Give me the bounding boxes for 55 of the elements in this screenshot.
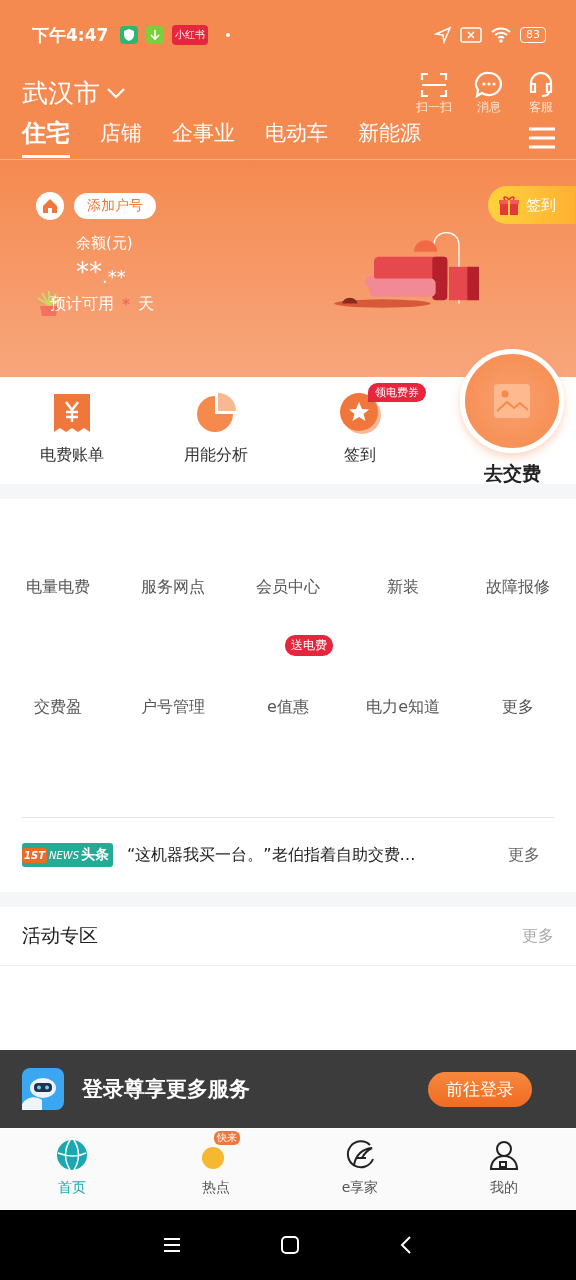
download-icon — [146, 26, 165, 44]
location-icon — [434, 26, 452, 44]
service-item[interactable]: 户号管理 — [140, 697, 205, 718]
analysis-button[interactable]: 用能分析 — [144, 377, 288, 466]
scan-icon — [419, 70, 449, 99]
wifi-icon — [490, 26, 512, 44]
leaf-icon — [344, 1139, 376, 1171]
more-link[interactable]: 更多 — [508, 844, 540, 866]
headline-logo: 1ST NEWS头条 — [22, 843, 114, 867]
service-item[interactable]: 电力e知道 — [366, 697, 441, 718]
service-item[interactable]: 交费盈 — [33, 697, 82, 718]
coupon-badge: 领电费券 — [368, 383, 426, 402]
balance-label: 余额(元) — [76, 234, 134, 253]
home-icon — [36, 192, 64, 220]
person-icon — [488, 1139, 520, 1171]
bill-button[interactable]: 电费账单 — [0, 377, 144, 466]
service-item[interactable]: e值惠 — [267, 697, 309, 718]
nav-tab[interactable]: e享家 — [288, 1129, 432, 1210]
nav-badge: 快来 — [214, 1131, 240, 1145]
service-item[interactable]: 电量电费 — [25, 577, 90, 598]
chevron-down-icon — [106, 87, 126, 99]
status-time: 下午4:47 — [32, 23, 109, 47]
service-item[interactable]: 故障报修 — [486, 577, 551, 598]
nav-tab[interactable]: 我的 — [432, 1129, 576, 1210]
pie-chart-icon — [195, 391, 237, 435]
forecast-value: * — [122, 294, 130, 314]
home-square-icon[interactable] — [281, 1236, 299, 1254]
balance-decimal: .** — [102, 266, 126, 287]
checkin-button[interactable]: 领电费券 签到 — [288, 377, 432, 466]
gift-icon — [498, 194, 520, 216]
menu-icon[interactable] — [163, 1237, 181, 1253]
service-item[interactable]: 服务网点 — [140, 577, 205, 598]
globe-icon — [56, 1139, 88, 1171]
login-prompt: 登录尊享更多服务 — [82, 1076, 250, 1103]
forecast-unit: 天 — [138, 293, 154, 315]
sim-icon — [460, 27, 482, 43]
news-headline[interactable]: “这机器我买一台。”老伯指着自助交费… — [127, 844, 508, 866]
service-item[interactable]: 新装 — [387, 577, 420, 598]
section-title: 活动专区 — [22, 923, 98, 948]
image-icon — [493, 383, 531, 419]
nav-tab[interactable]: 快来 热点 — [144, 1129, 288, 1210]
message-icon — [474, 70, 504, 99]
battery-level: 83 — [520, 27, 546, 43]
shield-icon — [120, 26, 139, 44]
promo-badge: 送电费 — [285, 635, 334, 656]
notification-dot-icon — [226, 33, 231, 37]
forecast-label: 预计可用 — [50, 293, 114, 315]
balance-value: ** — [76, 257, 102, 287]
back-icon[interactable] — [399, 1235, 413, 1255]
service-item[interactable]: 更多 — [502, 697, 535, 718]
robot-icon — [22, 1068, 64, 1110]
app-badge: 小红书 — [172, 25, 209, 45]
service-item[interactable]: 会员中心 — [256, 577, 320, 598]
pay-button[interactable]: 去交费 — [460, 349, 564, 487]
receipt-icon — [52, 391, 92, 435]
